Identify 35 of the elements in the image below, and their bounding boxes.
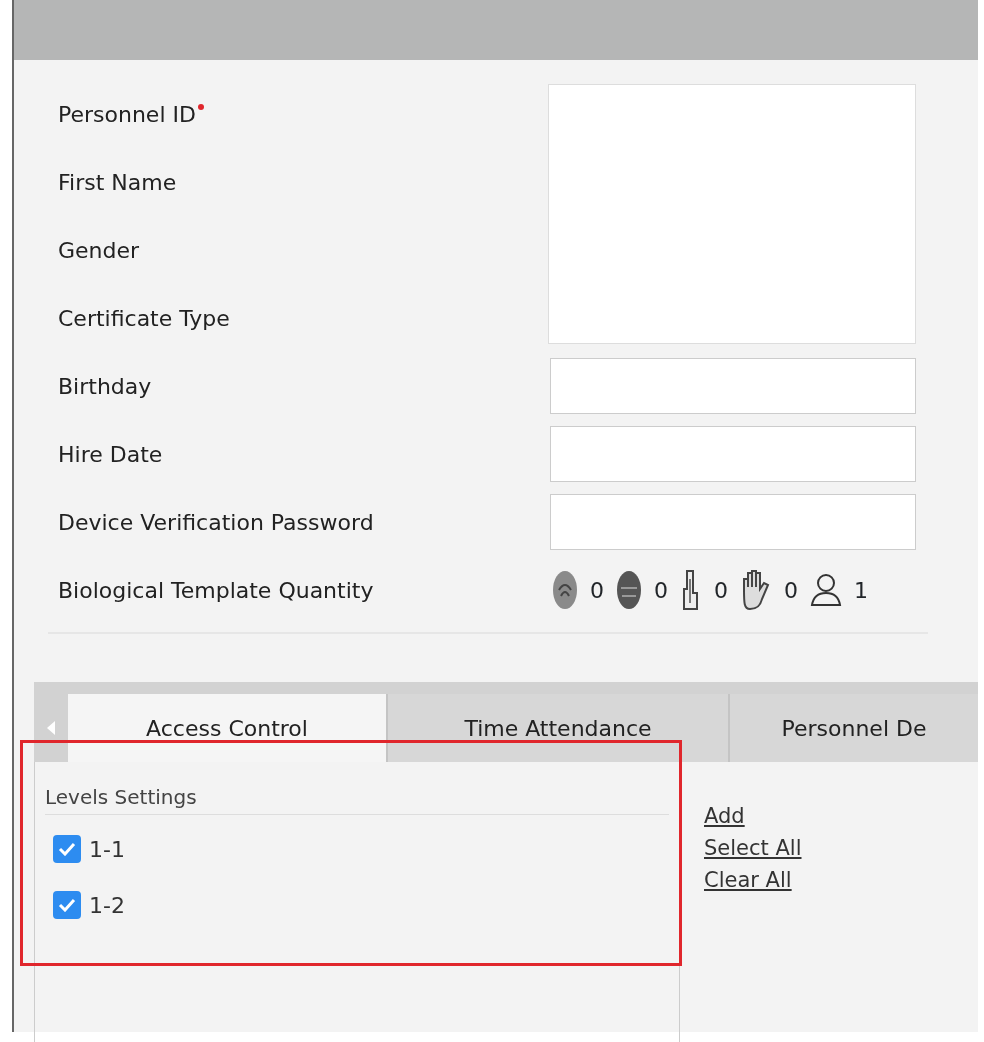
checkbox[interactable] xyxy=(53,835,81,863)
link[interactable]: Select All xyxy=(704,832,802,864)
link[interactable]: Clear All xyxy=(704,864,802,896)
field-label: Birthday xyxy=(58,372,152,401)
palm-icon xyxy=(740,569,772,611)
checkmark-icon xyxy=(58,842,76,856)
field-label: Certificate Type xyxy=(58,304,230,333)
count-text: 0 xyxy=(590,576,604,605)
checkbox[interactable] xyxy=(53,891,81,919)
tab[interactable]: Time Attendance xyxy=(386,694,728,762)
field-label: Personnel ID xyxy=(58,97,204,131)
person-icon xyxy=(810,573,842,607)
link[interactable]: Add xyxy=(704,800,802,832)
input-field[interactable] xyxy=(550,358,916,414)
checkbox-label: 1-1 xyxy=(89,835,125,864)
scroll-left-icon[interactable] xyxy=(47,721,55,735)
tab[interactable]: Access Control xyxy=(68,694,386,762)
photo-box[interactable] xyxy=(548,84,916,344)
section-title: Levels Settings xyxy=(45,785,197,809)
face-icon xyxy=(616,570,642,610)
input-field[interactable] xyxy=(550,426,916,482)
field-label: Device Verification Password xyxy=(58,508,374,537)
count-text: 1 xyxy=(854,576,868,605)
count-text: 0 xyxy=(654,576,668,605)
input-field[interactable] xyxy=(550,494,916,550)
checkmark-icon xyxy=(58,898,76,912)
fingerprint-icon xyxy=(552,570,578,610)
field-label: Gender xyxy=(58,236,140,265)
field-label: First Name xyxy=(58,168,177,197)
tab[interactable]: Personnel De xyxy=(728,694,978,762)
field-label: Biological Template Quantity xyxy=(58,576,374,605)
count-text: 0 xyxy=(714,576,728,605)
count-text: 0 xyxy=(784,576,798,605)
checkbox-label: 1-2 xyxy=(89,891,125,920)
field-label: Hire Date xyxy=(58,440,163,469)
